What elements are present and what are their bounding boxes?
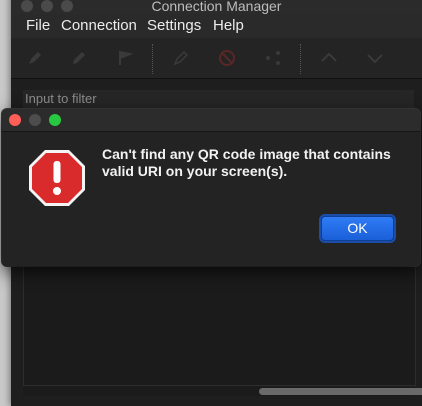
alert-dialog: Can't find any QR code image that contai… xyxy=(2,109,420,266)
menu-connection[interactable]: Connection xyxy=(61,17,137,34)
alert-close-button[interactable] xyxy=(9,114,21,126)
main-titlebar: Connection Manager xyxy=(11,0,422,14)
connection-list[interactable] xyxy=(23,264,416,386)
alert-zoom-button[interactable] xyxy=(49,114,61,126)
edit-icon[interactable] xyxy=(171,48,191,68)
horizontal-scrollbar[interactable] xyxy=(23,386,422,396)
toolbar-separator xyxy=(300,44,301,74)
menu-file[interactable]: File xyxy=(26,17,50,34)
menu-bar: File Connection Settings Help xyxy=(11,14,422,38)
alert-titlebar xyxy=(2,109,420,132)
scrollbar-thumb[interactable] xyxy=(259,388,422,395)
pen-icon[interactable] xyxy=(69,48,89,68)
pencil-icon[interactable] xyxy=(25,48,45,68)
stop-sign-exclamation-icon xyxy=(29,150,85,206)
chevron-down-icon[interactable] xyxy=(365,48,385,68)
window-title: Connection Manager xyxy=(151,0,282,14)
ok-button[interactable]: OK xyxy=(321,216,394,241)
toolbar xyxy=(11,38,422,79)
no-entry-icon[interactable] xyxy=(217,48,237,68)
chevron-up-icon[interactable] xyxy=(319,48,339,68)
menu-help[interactable]: Help xyxy=(213,17,244,34)
flag-icon[interactable] xyxy=(115,48,135,68)
filter-placeholder: Input to filter xyxy=(25,91,97,106)
alert-minimize-button[interactable] xyxy=(29,114,41,126)
toolbar-separator xyxy=(152,44,153,74)
menu-settings[interactable]: Settings xyxy=(147,17,201,34)
share-icon[interactable] xyxy=(263,48,283,68)
alert-message: Can't find any QR code image that contai… xyxy=(102,146,391,179)
